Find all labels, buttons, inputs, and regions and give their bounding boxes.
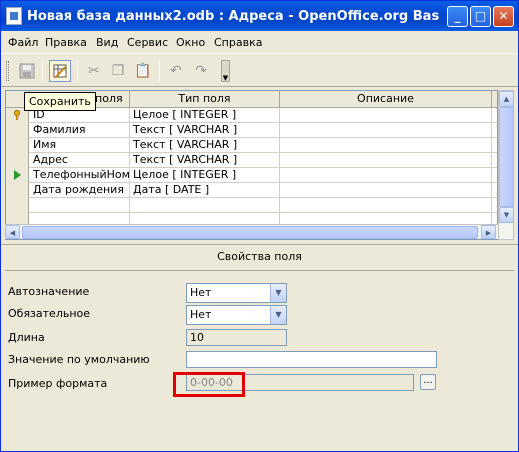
- cell-description[interactable]: [280, 198, 492, 213]
- table-row[interactable]: [6, 198, 497, 213]
- chevron-down-icon[interactable]: ▼: [270, 284, 286, 302]
- field-definition-grid: Название поля Тип поля Описание IDЦелое …: [5, 90, 498, 240]
- grid-vertical-scrollbar[interactable]: ▲ ▼: [498, 90, 514, 240]
- highlight-box: [173, 372, 245, 397]
- paste-icon[interactable]: 📋: [132, 60, 154, 82]
- cell-description[interactable]: [280, 123, 492, 138]
- toolbar-separator: [159, 60, 160, 82]
- menu-help[interactable]: Справка: [214, 36, 262, 49]
- cell-field-name[interactable]: [30, 198, 130, 213]
- properties-title: Свойства поля: [5, 245, 514, 271]
- toolbar-overflow-button[interactable]: ▼: [221, 60, 230, 82]
- save-icon[interactable]: [16, 60, 38, 82]
- cell-field-type[interactable]: Текст [ VARCHAR ]: [130, 153, 280, 168]
- row-header[interactable]: [6, 183, 29, 198]
- cell-description[interactable]: [280, 108, 492, 123]
- table-row[interactable]: Дата рождения Дата [ DATE ]: [6, 183, 497, 198]
- table-row[interactable]: Фамилия Текст [ VARCHAR ]: [6, 123, 497, 138]
- table-row[interactable]: ТелефонныйНомерЦелое [ INTEGER ]: [6, 168, 497, 183]
- chevron-down-icon[interactable]: ▼: [270, 306, 286, 324]
- required-value: Нет: [190, 308, 212, 321]
- toolbar-grip[interactable]: [6, 61, 9, 81]
- format-button[interactable]: ...: [420, 374, 436, 390]
- cell-field-name[interactable]: Дата рождения: [30, 183, 130, 198]
- openoffice-base-icon: [6, 7, 22, 25]
- menu-window[interactable]: Окно: [176, 36, 205, 49]
- scroll-left-icon[interactable]: ◀: [5, 225, 20, 239]
- cell-field-name[interactable]: Адрес: [30, 153, 130, 168]
- scroll-right-icon[interactable]: ▶: [481, 225, 496, 239]
- cell-field-type[interactable]: Дата [ DATE ]: [130, 183, 280, 198]
- standard-toolbar: ✂ ❐ 📋 ↶ ↷ ▼: [1, 53, 518, 87]
- horizontal-scroll-thumb[interactable]: [22, 226, 478, 239]
- scroll-thumb[interactable]: [499, 107, 514, 207]
- cell-field-type[interactable]: Целое [ INTEGER ]: [130, 168, 280, 183]
- current-row-arrow-icon: [14, 170, 21, 180]
- design-icon[interactable]: [49, 60, 71, 82]
- row-header[interactable]: [6, 168, 29, 183]
- toolbar-separator: [42, 60, 43, 82]
- table-row[interactable]: Адрес Текст [ VARCHAR ]: [6, 153, 497, 168]
- cut-icon[interactable]: ✂: [83, 60, 105, 82]
- default-value-field[interactable]: [186, 351, 437, 368]
- cell-field-type[interactable]: Текст [ VARCHAR ]: [130, 138, 280, 153]
- window-title: Новая база данных2.odb : Адреса - OpenOf…: [27, 9, 439, 24]
- cell-field-type[interactable]: Целое [ INTEGER ]: [130, 108, 280, 123]
- cell-field-type[interactable]: Текст [ VARCHAR ]: [130, 123, 280, 138]
- length-field[interactable]: 10: [186, 329, 287, 346]
- default-value-label: Значение по умолчанию: [8, 353, 150, 366]
- title-bar[interactable]: Новая база данных2.odb : Адреса - OpenOf…: [1, 1, 518, 31]
- row-header[interactable]: [6, 123, 29, 138]
- menu-tools[interactable]: Сервис: [127, 36, 168, 49]
- autovalue-label: Автозначение: [8, 285, 90, 298]
- cell-field-type[interactable]: [130, 198, 280, 213]
- format-example-label: Пример формата: [8, 377, 108, 390]
- row-header[interactable]: [6, 138, 29, 153]
- scroll-up-icon[interactable]: ▲: [499, 91, 514, 107]
- scroll-down-icon[interactable]: ▼: [499, 207, 514, 223]
- cell-field-name[interactable]: ТелефонныйНомер: [30, 168, 130, 183]
- cell-description[interactable]: [280, 138, 492, 153]
- length-label: Длина: [8, 331, 45, 344]
- save-tooltip: Сохранить: [24, 92, 96, 111]
- cell-description[interactable]: [280, 153, 492, 168]
- autovalue-select[interactable]: Нет ▼: [186, 283, 287, 303]
- autovalue-value: Нет: [190, 286, 212, 299]
- grid-horizontal-scrollbar[interactable]: ◀ ▶: [5, 224, 498, 239]
- menu-edit[interactable]: Правка: [45, 36, 87, 49]
- cell-field-name[interactable]: Фамилия: [30, 123, 130, 138]
- minimize-button[interactable]: _: [447, 6, 468, 27]
- toolbar-separator: [77, 60, 78, 82]
- column-header-field-type[interactable]: Тип поля: [130, 91, 280, 108]
- redo-icon[interactable]: ↷: [190, 60, 212, 82]
- maximize-button[interactable]: □: [470, 6, 491, 27]
- close-button[interactable]: ✕: [493, 6, 514, 27]
- menu-bar: Файл Правка Вид Сервис Окно Справка: [1, 32, 518, 52]
- row-header[interactable]: [6, 198, 29, 213]
- menu-file[interactable]: Файл: [8, 36, 38, 49]
- cell-field-name[interactable]: Имя: [30, 138, 130, 153]
- copy-icon[interactable]: ❐: [107, 60, 129, 82]
- required-label: Обязательное: [8, 307, 91, 320]
- primary-key-icon: [13, 110, 21, 120]
- row-header[interactable]: [6, 153, 29, 168]
- table-row[interactable]: Имя Текст [ VARCHAR ]: [6, 138, 497, 153]
- cell-description[interactable]: [280, 183, 492, 198]
- required-select[interactable]: Нет ▼: [186, 305, 287, 325]
- undo-icon[interactable]: ↶: [165, 60, 187, 82]
- menu-view[interactable]: Вид: [96, 36, 118, 49]
- column-header-description[interactable]: Описание: [280, 91, 492, 108]
- cell-description[interactable]: [280, 168, 492, 183]
- application-window: Новая база данных2.odb : Адреса - OpenOf…: [0, 0, 519, 452]
